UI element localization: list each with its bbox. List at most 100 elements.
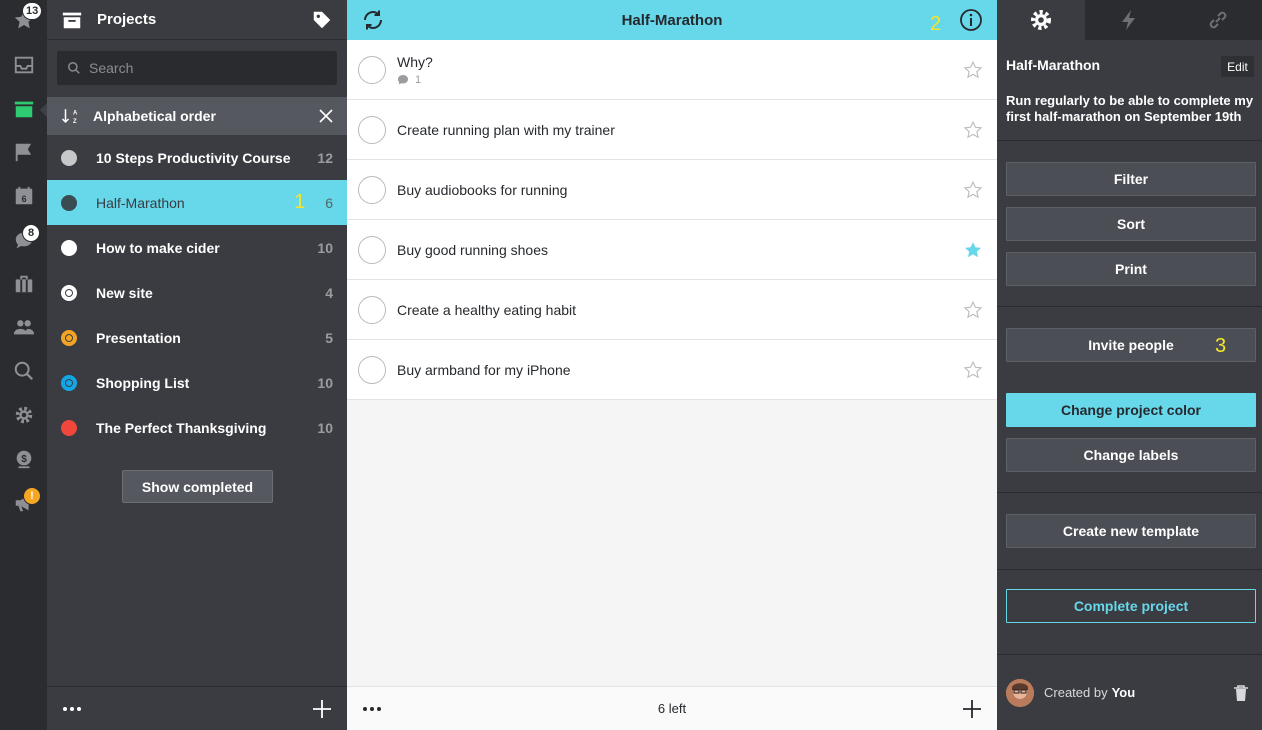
task-name: Create running plan with my trainer bbox=[397, 121, 615, 138]
add-project-icon[interactable] bbox=[311, 698, 333, 720]
project-name: New site bbox=[96, 284, 153, 301]
dollar-icon: $ bbox=[16, 450, 31, 469]
trash-icon[interactable] bbox=[1232, 684, 1250, 702]
created-by-footer: Created by You bbox=[997, 654, 1262, 730]
close-icon[interactable] bbox=[319, 109, 333, 123]
icon-rail: 13 6 8 $ ! bbox=[0, 0, 47, 730]
task-checkbox[interactable] bbox=[358, 175, 386, 204]
project-count: 4 bbox=[325, 284, 333, 301]
inbox-icon bbox=[14, 56, 33, 74]
star-icon[interactable] bbox=[963, 180, 983, 200]
print-button[interactable]: Print bbox=[1006, 252, 1256, 286]
show-completed-button[interactable]: Show completed bbox=[122, 470, 273, 503]
rail-premium[interactable]: $ bbox=[0, 439, 47, 479]
task-checkbox[interactable] bbox=[358, 235, 386, 264]
project-color-dot bbox=[61, 149, 77, 166]
tasks-left-count: 6 left bbox=[657, 701, 687, 716]
task-name: Buy audiobooks for running bbox=[397, 181, 568, 198]
more-icon[interactable] bbox=[61, 698, 83, 720]
search-input[interactable]: Search bbox=[57, 51, 337, 85]
change-labels-button[interactable]: Change labels bbox=[1006, 438, 1256, 472]
tag-icon[interactable] bbox=[311, 9, 333, 31]
task-row[interactable]: Create running plan with my trainer bbox=[347, 100, 997, 160]
star-icon[interactable] bbox=[963, 60, 983, 80]
sync-icon[interactable] bbox=[361, 8, 385, 32]
tab-activity[interactable] bbox=[1085, 0, 1174, 40]
annotation-marker: 1 bbox=[294, 191, 306, 213]
project-item[interactable]: The Perfect Thanksgiving 10 bbox=[47, 405, 347, 450]
project-name: How to make cider bbox=[96, 239, 220, 256]
change-project-color-button[interactable]: Change project color bbox=[1006, 393, 1256, 427]
project-color-dot bbox=[61, 374, 77, 391]
sort-bar[interactable]: AZ Alphabetical order bbox=[47, 97, 347, 135]
create-template-button[interactable]: Create new template bbox=[1006, 514, 1256, 548]
task-header: Half-Marathon 2 bbox=[347, 0, 997, 40]
star-icon[interactable] bbox=[963, 300, 983, 320]
rail-flagged[interactable] bbox=[0, 132, 47, 172]
task-name: Create a healthy eating habit bbox=[397, 301, 577, 318]
star-filled-icon[interactable] bbox=[963, 240, 983, 260]
task-comment-count: 1 bbox=[397, 74, 421, 86]
project-name: Half-Marathon bbox=[96, 194, 185, 211]
rail-inbox[interactable] bbox=[0, 45, 47, 85]
project-color-dot bbox=[61, 239, 77, 256]
flag-icon bbox=[15, 143, 31, 162]
link-icon bbox=[1209, 11, 1227, 29]
task-row[interactable]: Why? 1 bbox=[347, 40, 997, 100]
task-name: Buy armband for my iPhone bbox=[397, 361, 571, 378]
projects-footer bbox=[47, 686, 347, 730]
task-row[interactable]: Create a healthy eating habit bbox=[347, 280, 997, 340]
tab-settings[interactable] bbox=[997, 0, 1086, 40]
task-row[interactable]: Buy armband for my iPhone bbox=[347, 340, 997, 400]
task-row[interactable]: Buy good running shoes bbox=[347, 220, 997, 280]
annotation-marker: 3 bbox=[1215, 335, 1227, 357]
rail-starred[interactable]: 13 bbox=[0, 0, 47, 40]
invite-people-button[interactable]: Invite people 3 bbox=[1006, 328, 1256, 362]
task-checkbox[interactable] bbox=[358, 55, 386, 84]
avatar bbox=[1006, 678, 1034, 707]
project-color-dot bbox=[61, 419, 77, 436]
task-list: Why? 1 Create running plan with my trainer… bbox=[347, 40, 997, 400]
task-row[interactable]: Buy audiobooks for running bbox=[347, 160, 997, 220]
add-task-icon[interactable] bbox=[961, 698, 983, 720]
rail-feedback[interactable]: ! bbox=[0, 483, 47, 523]
rail-conversations[interactable]: 8 bbox=[0, 220, 47, 260]
sort-button[interactable]: Sort bbox=[1006, 207, 1256, 241]
task-checkbox[interactable] bbox=[358, 115, 386, 144]
project-item[interactable]: 10 Steps Productivity Course 12 bbox=[47, 135, 347, 180]
details-tabs bbox=[997, 0, 1262, 40]
project-item[interactable]: New site 4 bbox=[47, 270, 347, 315]
divider bbox=[997, 306, 1262, 307]
tab-attachments[interactable] bbox=[1173, 0, 1262, 40]
filter-button[interactable]: Filter bbox=[1006, 162, 1256, 196]
rail-calendar[interactable]: 6 bbox=[0, 176, 47, 216]
projects-header: Projects bbox=[47, 0, 347, 40]
edit-button[interactable]: Edit bbox=[1221, 56, 1254, 77]
details-project-name: Half-Marathon bbox=[1006, 57, 1101, 73]
task-checkbox[interactable] bbox=[358, 295, 386, 324]
search-icon bbox=[68, 62, 80, 74]
more-icon[interactable] bbox=[361, 698, 383, 720]
comment-icon bbox=[398, 75, 408, 85]
project-item[interactable]: Presentation 5 bbox=[47, 315, 347, 360]
search-icon bbox=[14, 361, 33, 381]
rail-settings[interactable] bbox=[0, 395, 47, 435]
info-icon[interactable] bbox=[959, 8, 983, 32]
rail-active-pointer bbox=[40, 103, 47, 117]
rail-people[interactable] bbox=[0, 307, 47, 347]
project-item[interactable]: Shopping List 10 bbox=[47, 360, 347, 405]
rail-search[interactable] bbox=[0, 351, 47, 391]
star-icon[interactable] bbox=[963, 120, 983, 140]
complete-project-button[interactable]: Complete project bbox=[1006, 589, 1256, 623]
project-item[interactable]: How to make cider 10 bbox=[47, 225, 347, 270]
briefcase-icon bbox=[15, 275, 32, 293]
task-checkbox[interactable] bbox=[358, 355, 386, 384]
sort-label: Alphabetical order bbox=[93, 108, 216, 124]
annotation-marker: 2 bbox=[930, 13, 942, 35]
rail-work[interactable] bbox=[0, 264, 47, 304]
project-item-selected[interactable]: Half-Marathon 1 6 bbox=[47, 180, 347, 225]
svg-text:A: A bbox=[73, 111, 78, 117]
project-color-dot bbox=[61, 194, 77, 211]
search-placeholder: Search bbox=[89, 60, 134, 76]
star-icon[interactable] bbox=[963, 360, 983, 380]
